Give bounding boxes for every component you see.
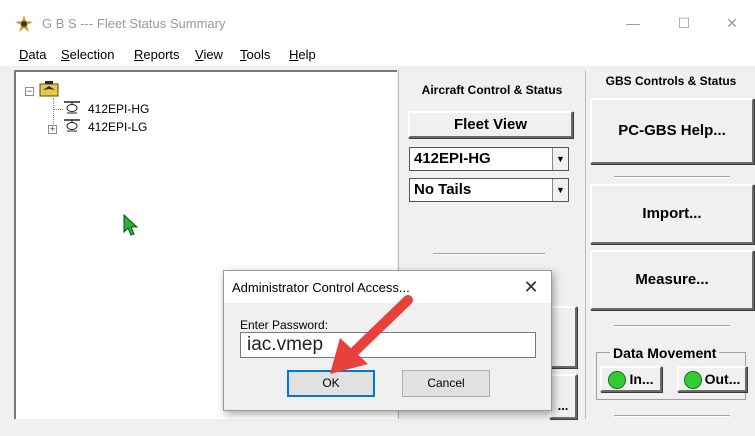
aircraft-select-value: 412EPI-HG bbox=[414, 150, 491, 167]
separator bbox=[433, 253, 545, 255]
tree-node-aircraft[interactable]: 412EPI-HG bbox=[88, 102, 149, 116]
menu-tools[interactable]: Tools bbox=[240, 47, 270, 62]
fleet-view-button[interactable]: Fleet View bbox=[408, 111, 573, 138]
menu-bar: Data Selection Reports View Tools Help bbox=[0, 44, 755, 66]
title-bar: G B S --- Fleet Status Summary — ☐ ✕ bbox=[0, 0, 755, 44]
help-button[interactable]: PC-GBS Help... bbox=[590, 98, 754, 164]
fleet-root-icon bbox=[39, 81, 59, 97]
tree-node-aircraft[interactable]: 412EPI-LG bbox=[88, 120, 147, 134]
status-led-icon bbox=[683, 371, 702, 390]
data-out-label: Out... bbox=[704, 371, 741, 387]
aircraft-action-button[interactable] bbox=[549, 306, 577, 368]
dropdown-arrow-icon[interactable]: ▼ bbox=[552, 148, 568, 170]
import-button[interactable]: Import... bbox=[590, 184, 754, 244]
window-title: G B S --- Fleet Status Summary bbox=[42, 16, 226, 31]
aircraft-panel-header: Aircraft Control & Status bbox=[421, 83, 563, 97]
menu-data[interactable]: Data bbox=[19, 47, 46, 62]
cursor-icon bbox=[123, 213, 139, 236]
data-movement-title: Data Movement bbox=[610, 345, 720, 361]
close-button[interactable]: ✕ bbox=[712, 10, 752, 36]
measure-button[interactable]: Measure... bbox=[590, 250, 754, 310]
gbs-panel-header: GBS Controls & Status bbox=[605, 74, 737, 88]
app-icon bbox=[15, 15, 33, 32]
tree-guide-line bbox=[53, 109, 63, 110]
separator bbox=[614, 325, 730, 327]
status-led-icon bbox=[608, 371, 627, 390]
dialog-close-button[interactable]: ✕ bbox=[518, 276, 544, 298]
data-out-button[interactable]: Out... bbox=[677, 366, 747, 392]
tails-select[interactable]: No Tails ▼ bbox=[409, 178, 569, 202]
helicopter-icon bbox=[64, 119, 80, 132]
menu-view[interactable]: View bbox=[195, 47, 223, 62]
collapse-root-toggle[interactable]: − bbox=[25, 87, 34, 96]
aircraft-select[interactable]: 412EPI-HG ▼ bbox=[409, 147, 569, 171]
maximize-button[interactable]: ☐ bbox=[664, 10, 704, 36]
separator bbox=[614, 415, 730, 417]
dropdown-arrow-icon[interactable]: ▼ bbox=[552, 179, 568, 201]
data-in-label: In... bbox=[629, 371, 654, 387]
data-in-button[interactable]: In... bbox=[600, 366, 662, 392]
minimize-button[interactable]: — bbox=[613, 10, 653, 36]
menu-selection[interactable]: Selection bbox=[61, 47, 114, 62]
menu-help[interactable]: Help bbox=[289, 47, 316, 62]
aircraft-more-button[interactable]: ... bbox=[549, 374, 577, 419]
gbs-control-panel: GBS Controls & Status PC-GBS Help... Imp… bbox=[585, 70, 755, 419]
tails-select-value: No Tails bbox=[414, 181, 472, 198]
helicopter-icon bbox=[64, 101, 80, 114]
separator bbox=[614, 176, 730, 178]
arrow-annotation-icon bbox=[330, 295, 413, 374]
expand-node-toggle[interactable]: + bbox=[48, 125, 57, 134]
menu-reports[interactable]: Reports bbox=[134, 47, 180, 62]
